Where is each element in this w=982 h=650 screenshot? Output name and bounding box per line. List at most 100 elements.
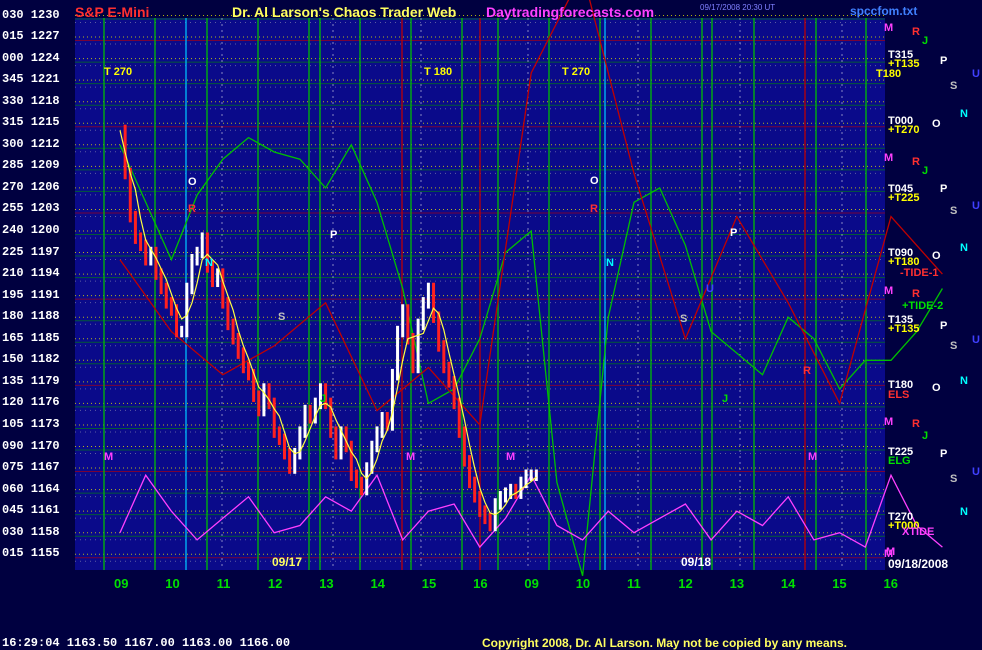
right-annotation: N xyxy=(960,506,968,518)
right-annotation: T180 xyxy=(876,68,902,80)
inplot-label: O xyxy=(590,175,599,187)
chart-canvas: T 270 T 180 T 270ORPNSM M MJORNUSPRJMM xyxy=(75,0,943,576)
y-axis-label: 195 1191 xyxy=(2,287,60,302)
site-link[interactable]: Daytradingforecasts.com xyxy=(486,4,654,20)
right-annotation: +T270 xyxy=(888,124,920,136)
inplot-label: S xyxy=(680,313,687,325)
x-tick-label: 16 xyxy=(883,576,898,591)
chart-title: S&P E-Mini xyxy=(75,4,150,20)
right-annotation: S xyxy=(950,340,958,352)
y-axis-label: 075 1167 xyxy=(2,460,60,475)
y-axis-label: 285 1209 xyxy=(2,158,60,173)
y-axis-label: 345 1221 xyxy=(2,72,60,87)
right-annotation: ELS xyxy=(888,389,910,401)
right-annotation: ELG xyxy=(888,455,911,467)
y-axis-label: 240 1200 xyxy=(2,223,60,237)
x-tick-label: 16 xyxy=(473,576,488,591)
y-axis-label: 255 1203 xyxy=(2,201,60,216)
y-axis-label: 330 1218 xyxy=(2,93,60,108)
y-axis-label: 135 1179 xyxy=(2,373,60,388)
y-axis-label: 105 1173 xyxy=(2,416,60,431)
right-annotation: U xyxy=(972,466,980,478)
inplot-label: R xyxy=(803,365,811,377)
right-annotation: O xyxy=(932,118,941,130)
inplot-label: T 180 xyxy=(424,66,452,78)
y-axis-label: 000 1224 xyxy=(2,50,60,65)
right-annotation: U xyxy=(972,334,980,346)
inplot-label: M xyxy=(506,451,515,463)
right-annotation: U xyxy=(972,200,980,212)
x-tick-label: 12 xyxy=(267,576,283,591)
x-tick-label: 15 xyxy=(421,576,437,591)
y-axis-label: 225 1197 xyxy=(2,244,60,259)
inplot-label: P xyxy=(330,229,337,241)
right-annotation: R xyxy=(912,288,920,300)
right-annotation: N xyxy=(960,242,968,254)
inplot-label: M xyxy=(104,451,113,463)
inplot-label: T 270 xyxy=(104,66,132,78)
right-annotation: R xyxy=(912,156,920,168)
inplot-label: R xyxy=(590,203,598,215)
y-axis-label: 030 1158 xyxy=(2,524,60,539)
x-tick-label: 09 xyxy=(114,576,129,591)
site-title: Dr. Al Larson's Chaos Trader Web xyxy=(232,4,457,20)
y-axis-label: 015 1155 xyxy=(2,546,60,561)
inplot-label: U xyxy=(706,283,714,295)
y-axis-label: 015 1227 xyxy=(2,29,60,44)
right-annotation: O xyxy=(932,250,941,262)
inplot-label: S xyxy=(278,311,285,323)
x-tick-label: 13 xyxy=(319,576,334,591)
inplot-label: J xyxy=(722,393,728,405)
y-axis-label: 045 1161 xyxy=(2,503,60,518)
right-annotation: U xyxy=(972,68,980,80)
right-annotation: J xyxy=(922,165,929,177)
y-axis-label: 030 1230 xyxy=(2,7,60,22)
right-annotation: P xyxy=(940,448,948,460)
right-annotation: M xyxy=(884,22,894,34)
file-name: spccfom.txt xyxy=(850,4,918,18)
copyright: Copyright 2008, Dr. Al Larson. May not b… xyxy=(482,636,847,650)
right-annotation: P xyxy=(940,183,948,195)
x-tick-label: 14 xyxy=(370,576,385,591)
x-tick-label: 14 xyxy=(780,576,796,591)
right-annotation: +T225 xyxy=(888,192,920,204)
x-tick-label: 11 xyxy=(627,576,641,591)
inplot-label: P xyxy=(730,227,737,239)
right-annotation: +T135 xyxy=(888,323,920,335)
right-annotation: M xyxy=(884,416,894,428)
right-annotation: O xyxy=(932,382,941,394)
inplot-label: T 270 xyxy=(562,66,590,78)
right-annotation: R xyxy=(912,26,920,38)
inplot-label: M xyxy=(808,451,817,463)
y-axis-label: 270 1206 xyxy=(2,179,60,194)
right-annotation: S xyxy=(950,80,958,92)
x-tick-label: 13 xyxy=(729,576,745,591)
y-axis-label: 165 1185 xyxy=(2,330,60,345)
right-annotation: XTIDE xyxy=(902,526,935,538)
right-annotation: J xyxy=(922,430,929,442)
date-label-2: 09/18 xyxy=(681,555,712,569)
y-axis-label: 120 1176 xyxy=(2,395,60,410)
y-axis-label: 060 1164 xyxy=(2,481,60,496)
x-tick-label: 10 xyxy=(575,576,591,591)
inplot-label: R xyxy=(188,203,196,215)
inplot-label: J xyxy=(320,393,326,405)
x-tick-label: 11 xyxy=(216,576,231,591)
inplot-label: M xyxy=(406,451,415,463)
x-tick-label: 12 xyxy=(678,576,693,591)
right-annotation: S xyxy=(950,473,958,485)
x-tick-label: 15 xyxy=(832,576,847,591)
y-axis-label: 315 1215 xyxy=(2,115,60,130)
y-axis-label: 150 1182 xyxy=(2,352,60,367)
x-tick-label: 10 xyxy=(165,576,180,591)
inplot-label: O xyxy=(188,176,197,188)
y-axis-label: 180 1188 xyxy=(2,309,60,324)
right-annotation: M xyxy=(884,285,894,297)
right-annotation: +TIDE-2 xyxy=(902,300,944,312)
inplot-label: N xyxy=(606,257,614,269)
inplot-label: N xyxy=(205,257,213,269)
right-annotation: P xyxy=(940,320,948,332)
right-annotation: S xyxy=(950,205,958,217)
y-axis-label: 210 1194 xyxy=(2,266,60,281)
y-axis-label: 300 1212 xyxy=(2,136,60,151)
